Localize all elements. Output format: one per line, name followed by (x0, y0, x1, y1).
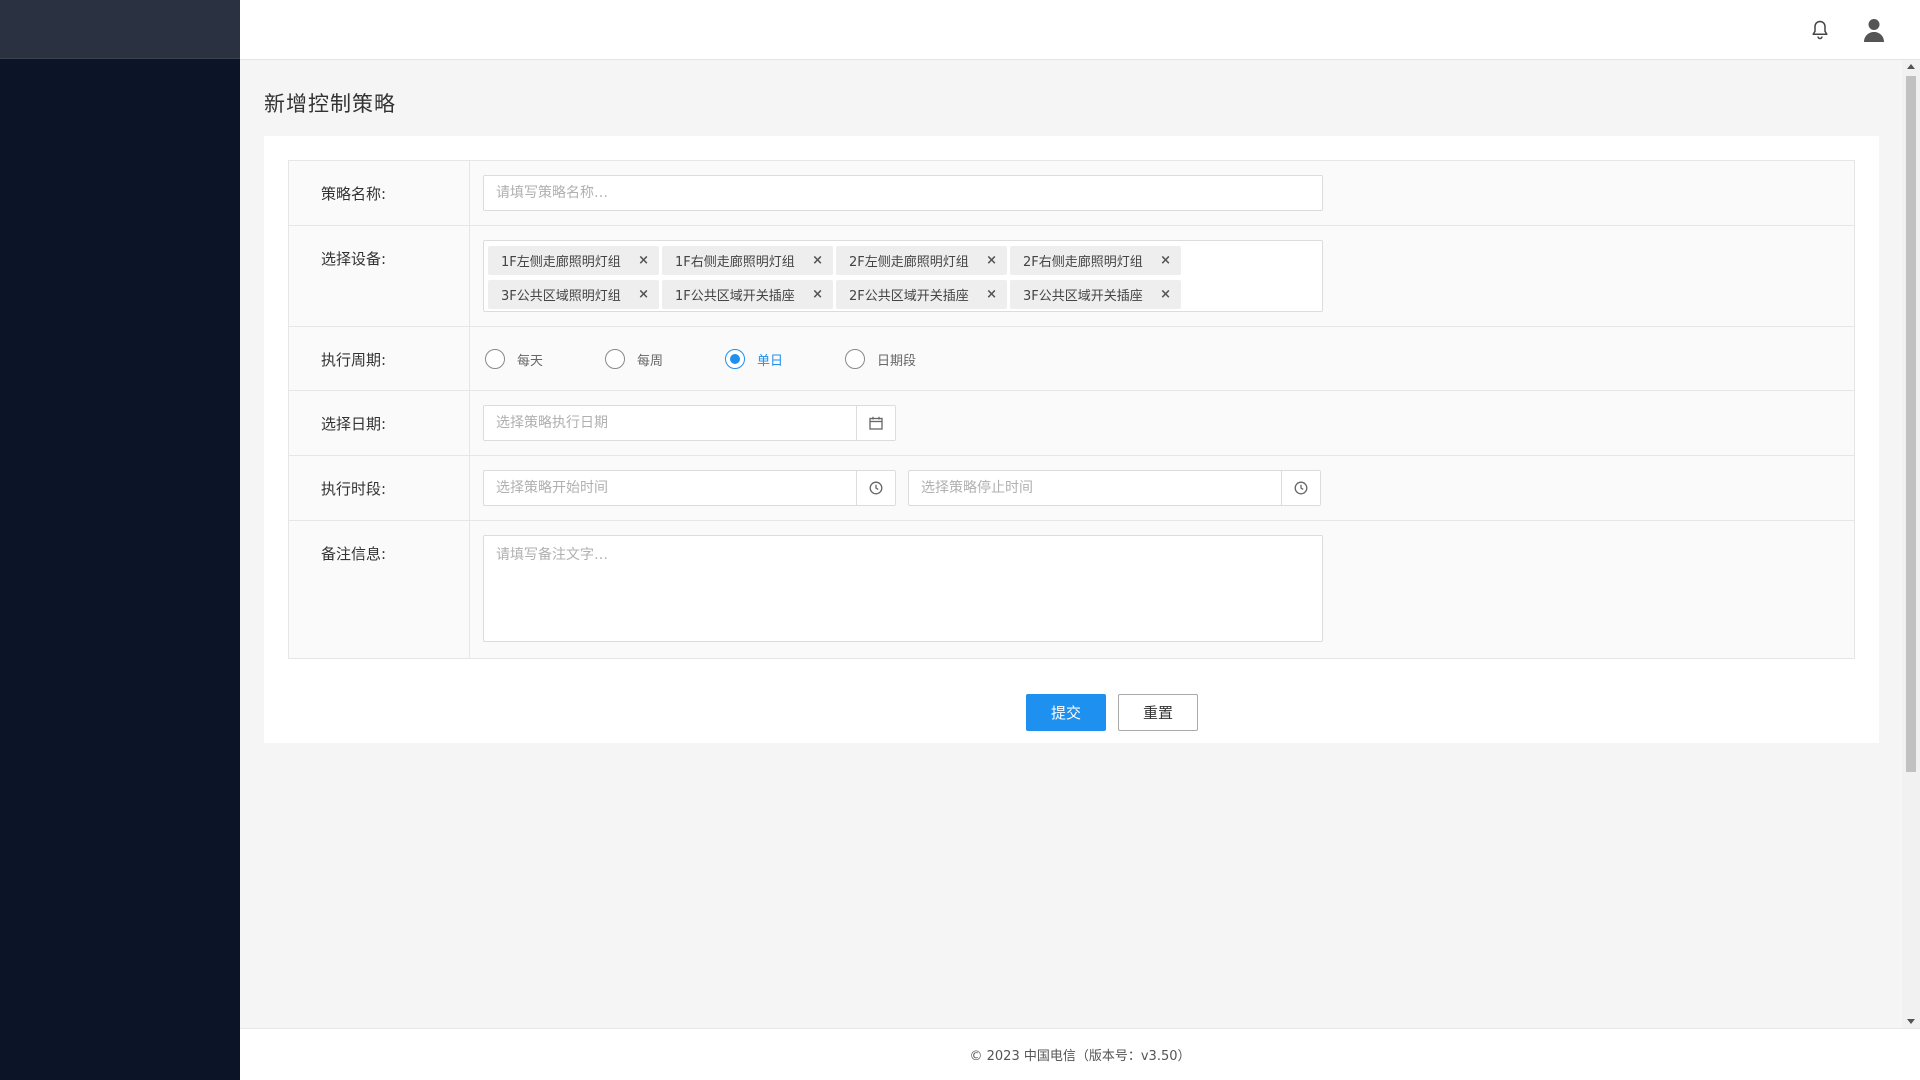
device-tag: 3F公共区域开关插座 × (1010, 280, 1181, 309)
device-tag-label: 2F右侧走廊照明灯组 (1023, 255, 1143, 270)
remarks-textarea[interactable] (483, 535, 1323, 642)
remove-tag-icon[interactable]: × (986, 253, 997, 268)
user-icon[interactable] (1860, 16, 1888, 44)
device-tag: 2F公共区域开关插座 × (836, 280, 1007, 309)
strategy-name-input[interactable] (483, 175, 1323, 211)
top-bar (240, 0, 1920, 60)
start-time-input[interactable] (484, 471, 856, 505)
radio-label: 日期段 (877, 353, 917, 369)
clock-icon[interactable] (1281, 471, 1320, 505)
scroll-up-icon[interactable] (1907, 64, 1915, 69)
device-tag-select[interactable]: 1F左侧走廊照明灯组 × 1F右侧走廊照明灯组 × 2F左侧走廊照明灯组 × 2F右侧… (483, 240, 1323, 312)
radio-date-range[interactable]: 日期段 (845, 349, 916, 369)
device-tag: 2F左侧走廊照明灯组 × (836, 246, 1007, 275)
reset-button[interactable]: 重置 (1118, 694, 1198, 731)
bell-icon[interactable] (1806, 16, 1834, 44)
radio-single-day[interactable]: 单日 (725, 349, 783, 369)
radio-weekly[interactable]: 每周 (605, 349, 663, 369)
execution-cycle-label: 执行周期: (289, 327, 470, 390)
radio-circle[interactable] (845, 349, 866, 369)
vertical-scrollbar[interactable] (1902, 60, 1920, 1028)
remarks-label: 备注信息: (289, 521, 470, 658)
form-table: 策略名称: 选择设备: 1F左侧走廊照明灯组 × 1F右侧走廊照明灯组 × 2F左侧… (288, 160, 1855, 659)
device-tag: 2F右侧走廊照明灯组 × (1010, 246, 1181, 275)
device-tag: 3F公共区域照明灯组 × (488, 280, 659, 309)
radio-label: 每天 (517, 353, 544, 369)
row-execution-time: 执行时段: (289, 456, 1854, 521)
cycle-radio-group: 每天 每周 单日 日期段 (485, 349, 978, 369)
device-tag-label: 2F左侧走廊照明灯组 (849, 255, 969, 270)
end-time-picker[interactable] (908, 470, 1321, 506)
row-remarks: 备注信息: (289, 521, 1854, 658)
radio-label: 单日 (757, 353, 784, 369)
row-strategy-name: 策略名称: (289, 161, 1854, 226)
remove-tag-icon[interactable]: × (812, 253, 823, 268)
row-select-date: 选择日期: (289, 391, 1854, 456)
radio-label: 每周 (637, 353, 664, 369)
remove-tag-icon[interactable]: × (638, 287, 649, 302)
device-tag-label: 1F右侧走廊照明灯组 (675, 255, 795, 270)
strategy-name-label: 策略名称: (289, 161, 470, 225)
device-tag-label: 3F公共区域照明灯组 (501, 289, 621, 304)
device-tag-label: 1F左侧走廊照明灯组 (501, 255, 621, 270)
date-picker[interactable] (483, 405, 896, 441)
radio-daily[interactable]: 每天 (485, 349, 543, 369)
scroll-down-icon[interactable] (1907, 1019, 1915, 1024)
remove-tag-icon[interactable]: × (1160, 287, 1171, 302)
device-tag-label: 2F公共区域开关插座 (849, 289, 969, 304)
scrollbar-thumb[interactable] (1906, 76, 1916, 772)
radio-circle[interactable] (725, 349, 746, 369)
sidebar-logo-area (0, 0, 240, 59)
calendar-icon[interactable] (856, 406, 895, 440)
form-panel: 策略名称: 选择设备: 1F左侧走廊照明灯组 × 1F右侧走廊照明灯组 × 2F左侧… (264, 136, 1879, 743)
device-tag-label: 3F公共区域开关插座 (1023, 289, 1143, 304)
clock-icon[interactable] (856, 471, 895, 505)
device-tag: 1F左侧走廊照明灯组 × (488, 246, 659, 275)
footer: © 2023 中国电信（版本号：v3.50） (240, 1028, 1920, 1080)
submit-button[interactable]: 提交 (1026, 694, 1106, 731)
row-execution-cycle: 执行周期: 每天 每周 单日 日期段 (289, 327, 1854, 391)
start-time-picker[interactable] (483, 470, 896, 506)
device-tag: 1F公共区域开关插座 × (662, 280, 833, 309)
remove-tag-icon[interactable]: × (1160, 253, 1171, 268)
radio-circle[interactable] (485, 349, 505, 369)
device-select-label: 选择设备: (289, 226, 470, 326)
remove-tag-icon[interactable]: × (812, 287, 823, 302)
row-device-select: 选择设备: 1F左侧走廊照明灯组 × 1F右侧走廊照明灯组 × 2F左侧走廊照明灯组… (289, 226, 1854, 327)
device-tag-label: 1F公共区域开关插座 (675, 289, 795, 304)
footer-copyright: © 2023 中国电信（版本号：v3.50） (969, 1049, 1191, 1064)
page-title: 新增控制策略 (264, 92, 396, 116)
sidebar (0, 0, 240, 1080)
main-content: 新增控制策略 策略名称: 选择设备: 1F左侧走廊照明灯组 × 1F右侧走廊照明灯… (240, 60, 1902, 1028)
device-tag: 1F右侧走廊照明灯组 × (662, 246, 833, 275)
remove-tag-icon[interactable]: × (986, 287, 997, 302)
radio-circle[interactable] (605, 349, 626, 369)
end-time-input[interactable] (909, 471, 1281, 505)
remove-tag-icon[interactable]: × (638, 253, 649, 268)
execution-time-label: 执行时段: (289, 456, 470, 520)
select-date-label: 选择日期: (289, 391, 470, 455)
date-input[interactable] (484, 406, 856, 440)
